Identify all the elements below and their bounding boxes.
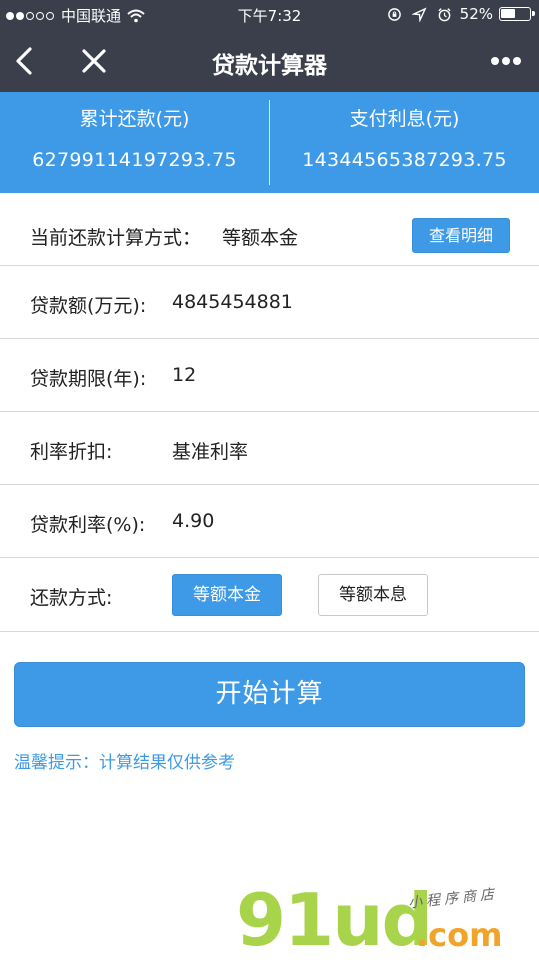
loan-amount-input[interactable]: 4845454881 <box>172 291 293 313</box>
total-repayment-label: 累计还款(元) <box>79 108 190 130</box>
rate-discount-select[interactable]: 基准利率 <box>172 437 248 464</box>
nav-bar: 贷款计算器 <box>0 30 539 92</box>
watermark-logo: 91ud 小程序商店 .com <box>236 880 536 960</box>
result-summary: 累计还款(元) 62799114197293.75 支付利息(元) 143445… <box>0 92 539 193</box>
interest-label: 支付利息(元) <box>349 108 460 130</box>
interest-rate-row: 贷款利率(%): 4.90 <box>0 485 539 558</box>
interest-panel: 支付利息(元) 14344565387293.75 <box>270 92 539 193</box>
interest-rate-label: 贷款利率(%): <box>30 514 146 536</box>
page-title: 贷款计算器 <box>212 53 327 79</box>
status-right: 52% <box>377 5 535 23</box>
loan-term-label: 贷款期限(年): <box>30 368 147 390</box>
watermark-brand: 91ud <box>236 878 433 960</box>
battery-icon <box>499 7 535 21</box>
view-details-button[interactable]: 查看明细 <box>412 218 510 253</box>
equal-installment-button[interactable]: 等额本息 <box>318 574 428 616</box>
loan-amount-row: 贷款额(万元): 4845454881 <box>0 266 539 339</box>
repayment-method-row: 还款方式: 等额本金 等额本息 <box>0 558 539 632</box>
start-calculation-button[interactable]: 开始计算 <box>14 662 525 727</box>
repayment-method-label: 还款方式: <box>30 587 113 609</box>
loan-term-row: 贷款期限(年): 12 <box>0 339 539 412</box>
status-bar: 中国联通 下午7:32 52% <box>0 0 539 30</box>
watermark-domain: .com <box>416 916 503 954</box>
total-repayment-value: 62799114197293.75 <box>32 149 237 171</box>
current-mode-label: 当前还款计算方式： <box>30 227 202 249</box>
tip-text: 温馨提示：计算结果仅供参考 <box>14 753 235 773</box>
loan-amount-label: 贷款额(万元): <box>30 295 147 317</box>
battery-percent: 52% <box>459 5 493 23</box>
loan-term-input[interactable]: 12 <box>172 364 196 386</box>
alarm-icon <box>438 7 451 21</box>
location-icon <box>411 6 427 22</box>
interest-value: 14344565387293.75 <box>302 149 507 171</box>
total-repayment-panel: 累计还款(元) 62799114197293.75 <box>0 92 269 193</box>
rate-discount-label: 利率折扣: <box>30 441 113 463</box>
loan-calculator-screen: 中国联通 下午7:32 52% 贷款计算器 累计还款(元) 6279911419… <box>0 0 539 960</box>
rotation-lock-icon <box>387 7 401 21</box>
more-options-icon[interactable] <box>488 57 521 65</box>
rate-discount-row: 利率折扣: 基准利率 <box>0 412 539 485</box>
interest-rate-input[interactable]: 4.90 <box>172 510 214 532</box>
equal-principal-button[interactable]: 等额本金 <box>172 574 282 616</box>
current-mode-row: 当前还款计算方式： 等额本金 查看明细 <box>0 193 539 266</box>
current-mode-value: 等额本金 <box>222 227 299 249</box>
